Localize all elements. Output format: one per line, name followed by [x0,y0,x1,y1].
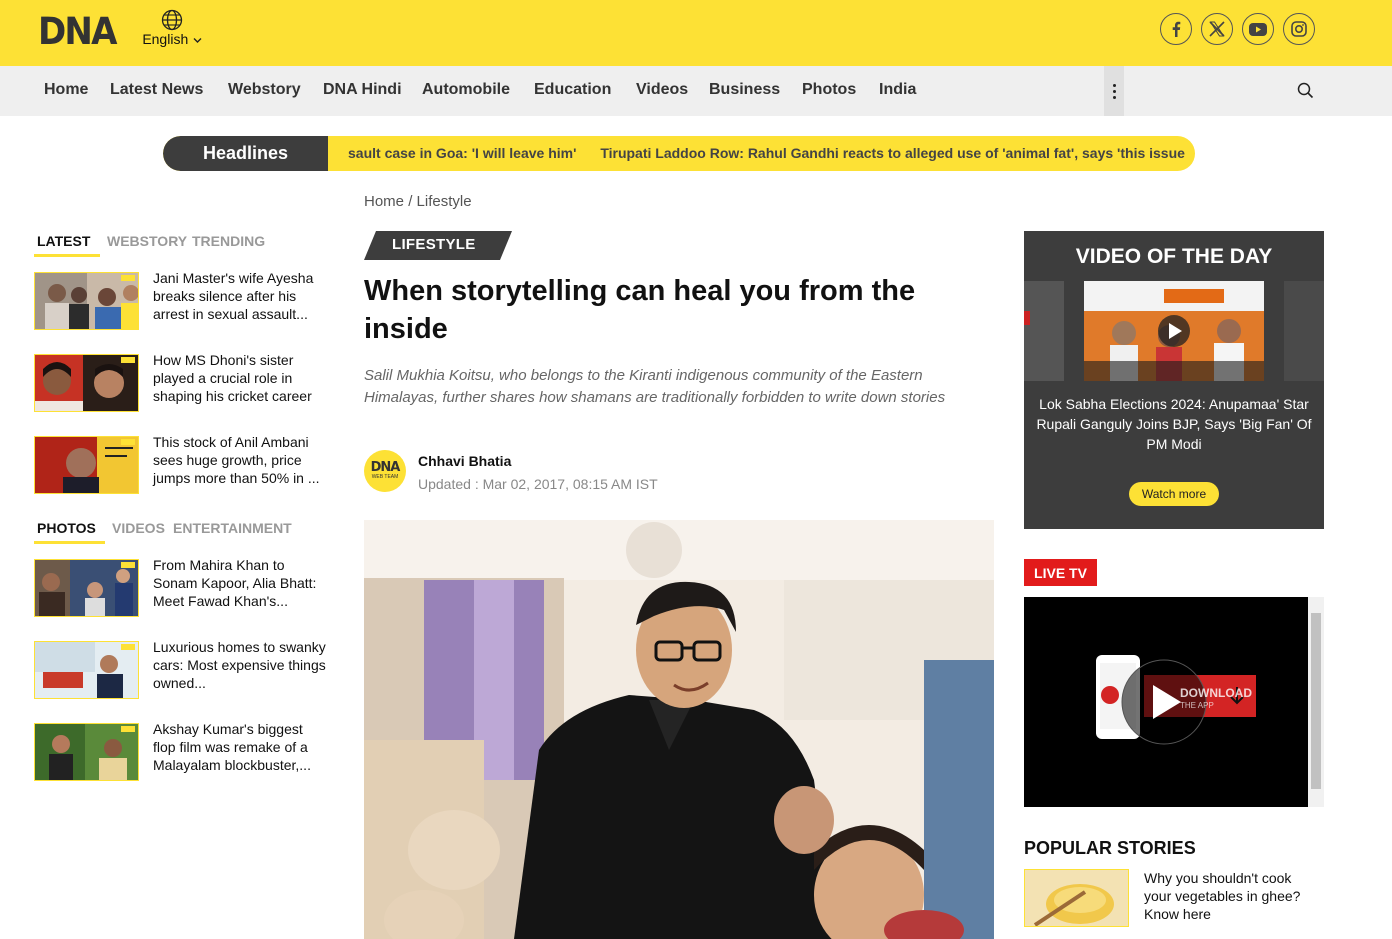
list-item[interactable]: Jani Master's wife Ayesha breaks silence… [34,269,334,330]
live-tv-player[interactable]: DOWNLOAD THE APP [1024,597,1324,807]
nav-india[interactable]: India [879,81,916,99]
nav-dna-hindi[interactable]: DNA Hindi [323,81,402,99]
article-hero-image [364,520,994,939]
list-item[interactable]: This stock of Anil Ambani sees huge grow… [34,433,334,494]
facebook-icon[interactable] [1160,13,1192,45]
article-title: When storytelling can heal you from the … [364,275,916,345]
updated-timestamp: Updated : Mar 02, 2017, 08:15 AM IST [418,476,658,492]
headlines-ticker: Headlines sault case in Goa: 'I will lea… [163,136,1195,171]
list-item[interactable]: Luxurious homes to swanky cars: Most exp… [34,638,334,699]
list-item-title[interactable]: This stock of Anil Ambani sees huge grow… [153,433,328,487]
thumbnail [1024,869,1129,927]
tab-webstory[interactable]: WEBSTORY [107,233,187,249]
popular-story-item[interactable]: Why you shouldn't cook your vegetables i… [1024,869,1324,927]
nav-latest-news[interactable]: Latest News [110,81,203,99]
tab-trending[interactable]: TRENDING [192,233,265,249]
list-item-title[interactable]: Jani Master's wife Ayesha breaks silence… [153,269,328,323]
nav-home[interactable]: Home [44,81,88,99]
scrollbar-thumb[interactable] [1311,613,1321,789]
votd-caption[interactable]: Lok Sabha Elections 2024: Anupamaa' Star… [1032,394,1316,454]
thumbnail [34,723,139,781]
list-item-title[interactable]: Luxurious homes to swanky cars: Most exp… [153,638,328,692]
author-avatar-logo: DNA [370,460,401,475]
instagram-icon[interactable] [1283,13,1315,45]
live-tv-label: LIVE TV [1024,559,1097,586]
dna-logo[interactable]: DNA [38,10,117,53]
chevron-down-icon [193,38,202,43]
headlines-label: Headlines [163,136,328,171]
breadcrumb: Home / Lifestyle [364,193,472,210]
thumbnail [34,641,139,699]
language-label: English [142,31,189,47]
category-label: LIFESTYLE [392,236,476,253]
ticker-text: sault case in Goa: 'I will leave him' Ti… [348,145,1195,161]
youtube-icon[interactable] [1242,13,1274,45]
globe-icon [161,9,183,31]
list-item[interactable]: How MS Dhoni's sister played a crucial r… [34,351,334,412]
live-promo-text: DOWNLOAD [1180,686,1252,700]
list-item-title[interactable]: How MS Dhoni's sister played a crucial r… [153,351,328,405]
tab-latest[interactable]: LATEST [37,233,90,249]
article-summary: Salil Mukhia Koitsu, who belongs to the … [364,367,946,406]
popular-stories-title: POPULAR STORIES [1024,838,1196,858]
breadcrumb-home[interactable]: Home [364,193,404,210]
list-item[interactable]: From Mahira Khan to Sonam Kapoor, Alia B… [34,556,334,617]
thumbnail [34,436,139,494]
nav-videos[interactable]: Videos [636,81,688,99]
author-name[interactable]: Chhavi Bhatia [418,453,511,469]
nav-education[interactable]: Education [534,81,611,99]
language-selector[interactable]: English [140,9,204,49]
video-of-the-day: VIDEO OF THE DAY Lok Sabha Elections 202… [1024,231,1324,529]
thumbnail [34,272,139,330]
live-promo-subtext: THE APP [1180,701,1214,710]
ticker-item[interactable]: Tirupati Laddoo Row: Rahul Gandhi reacts… [600,145,1185,161]
list-item-title[interactable]: From Mahira Khan to Sonam Kapoor, Alia B… [153,556,328,610]
ticker-item[interactable]: sault case in Goa: 'I will leave him' [348,145,576,161]
nav-photos[interactable]: Photos [802,81,856,99]
tab-underline [34,541,105,544]
watch-more-button[interactable]: Watch more [1129,482,1219,506]
nav-automobile[interactable]: Automobile [422,81,510,99]
site-header: DNA English [0,0,1392,66]
nav-webstory[interactable]: Webstory [228,81,301,99]
list-item-title[interactable]: Akshay Kumar's biggest flop film was rem… [153,720,328,774]
main-nav: Home Latest News Webstory DNA Hindi Auto… [0,66,1392,116]
breadcrumb-separator: / [408,193,413,210]
votd-title: VIDEO OF THE DAY [1075,245,1273,268]
search-icon[interactable] [1297,82,1314,99]
x-icon[interactable] [1201,13,1233,45]
video-carousel[interactable] [1024,281,1324,381]
list-item[interactable]: Akshay Kumar's biggest flop film was rem… [34,720,334,781]
author-avatar[interactable]: DNA WEB TEAM [364,450,406,492]
scrollbar[interactable] [1308,597,1324,807]
tab-photos[interactable]: PHOTOS [37,520,96,536]
live-tv-promo [1024,597,1308,807]
tab-entertainment[interactable]: ENTERTAINMENT [173,520,292,536]
thumbnail [34,559,139,617]
nav-business[interactable]: Business [709,81,780,99]
author-avatar-sub: WEB TEAM [371,474,399,480]
more-menu-icon[interactable] [1104,66,1124,116]
breadcrumb-section[interactable]: Lifestyle [417,193,472,210]
tab-underline [34,254,100,257]
popular-story-title[interactable]: Why you shouldn't cook your vegetables i… [1144,869,1319,923]
tab-videos[interactable]: VIDEOS [112,520,165,536]
thumbnail [34,354,139,412]
